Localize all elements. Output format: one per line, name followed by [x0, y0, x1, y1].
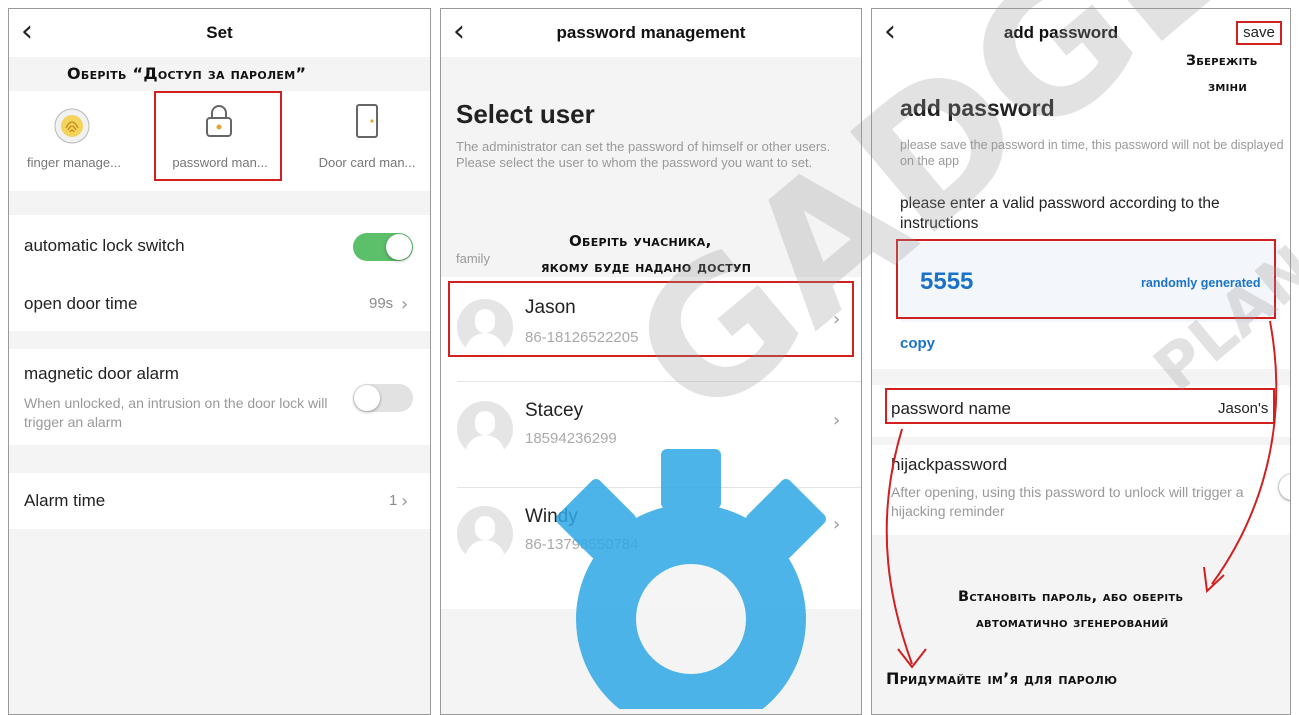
chevron-right-icon: ›: [401, 491, 409, 512]
alarm-time-label: Alarm time: [24, 491, 106, 510]
avatar: [457, 506, 513, 562]
annotation-password-name: Придумайте ім’я для паролю: [886, 669, 1118, 688]
magnetic-alarm-label: magnetic door alarm: [24, 364, 179, 383]
select-user-heading: Select user: [456, 99, 595, 129]
highlight-box: [154, 91, 282, 181]
alarm-time-value: 1: [389, 492, 398, 509]
page-title: password management: [556, 23, 746, 42]
alarm-time-row[interactable]: Alarm time 1 ›: [9, 473, 430, 529]
auto-lock-toggle[interactable]: [353, 233, 413, 261]
magnetic-alarm-toggle[interactable]: [353, 384, 413, 412]
avatar: [457, 401, 513, 457]
open-door-time-label[interactable]: open door time: [24, 294, 137, 314]
user-name: Stacey: [525, 400, 584, 421]
chevron-right-icon: ›: [401, 294, 409, 315]
magnetic-alarm-group: magnetic door alarm When unlocked, an in…: [9, 349, 430, 445]
settings-screen: ‹ Set Оберіть “Доступ за паролем” finger…: [8, 8, 431, 715]
nav-bar: ‹ Set: [9, 9, 430, 57]
group-label: family: [456, 251, 490, 266]
door-icon: [356, 104, 378, 138]
annotation-set-password-2: автоматично згенерований: [976, 615, 1169, 631]
nav-bar: ‹ password management: [441, 9, 861, 57]
user-phone: 18594236299: [525, 430, 617, 447]
gear-watermark-icon: [556, 449, 826, 709]
fingerprint-icon: [54, 108, 90, 144]
page-title: Set: [206, 23, 233, 42]
lock-settings-group: automatic lock switch open door time 99s…: [9, 215, 430, 331]
magnetic-alarm-desc: When unlocked, an intrusion on the door …: [24, 395, 328, 430]
annotation-set-password-1: Встановіть пароль, або оберіть: [958, 589, 1184, 605]
chevron-right-icon: ›: [833, 410, 841, 431]
tile-door-card[interactable]: Door card man...: [302, 91, 430, 191]
toggle-knob: [354, 385, 380, 411]
auto-lock-label: automatic lock switch: [24, 236, 185, 255]
annotation-choose-password: Оберіть “Доступ за паролем”: [67, 64, 307, 83]
open-door-time-value: 99s: [369, 295, 394, 312]
toggle-knob: [386, 234, 412, 260]
tile-finger[interactable]: finger manage...: [9, 91, 139, 191]
tile-label: finger manage...: [27, 155, 121, 170]
tile-label: Door card man...: [318, 155, 416, 170]
